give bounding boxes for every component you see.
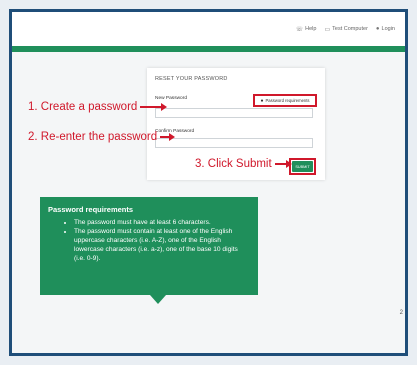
submit-button[interactable]: SUBMIT (292, 161, 313, 172)
page-number: 2 (399, 310, 403, 316)
arrow-right-icon (140, 103, 168, 111)
annotation-step3-text: 3. Click Submit (195, 158, 272, 170)
annotation-step1-text: 1. Create a password (28, 101, 138, 113)
info-icon: ● (260, 97, 264, 104)
annotation-step3: 3. Click Submit (195, 158, 292, 170)
annotation-step2-text: 2. Re-enter the password (28, 131, 158, 143)
help-link[interactable]: ☏ Help (296, 26, 317, 33)
user-icon: ● (375, 26, 380, 32)
password-requirements-tooltip: Password requirements The password must … (40, 197, 258, 304)
top-nav: ☏ Help ▭ Test Computer ● Login (12, 12, 405, 46)
arrow-right-icon (160, 133, 176, 141)
requirement-item: The password must contain at least one o… (74, 227, 250, 263)
card-title: RESET YOUR PASSWORD (155, 76, 228, 82)
annotation-step2: 2. Re-enter the password (28, 131, 176, 143)
login-label: Login (381, 26, 395, 32)
confirm-password-input[interactable] (155, 138, 313, 148)
phone-icon: ☏ (295, 26, 304, 33)
password-requirements-label: Password requirements (265, 98, 310, 103)
screenshot-frame: ☏ Help ▭ Test Computer ● Login RESET YOU… (9, 9, 408, 356)
test-computer-label: Test Computer (332, 26, 368, 32)
page-body: RESET YOUR PASSWORD New Password ● Passw… (12, 52, 405, 353)
arrow-right-icon (274, 160, 292, 168)
submit-highlight: SUBMIT (289, 158, 316, 175)
help-link-label: Help (305, 26, 317, 32)
annotation-step1: 1. Create a password (28, 101, 168, 113)
requirements-list: The password must have at least 6 charac… (48, 218, 250, 263)
test-computer-link[interactable]: ▭ Test Computer (324, 26, 367, 33)
password-requirements-button[interactable]: ● Password requirements (253, 94, 317, 107)
requirement-item: The password must have at least 6 charac… (74, 218, 250, 227)
tooltip-title: Password requirements (48, 205, 134, 214)
new-password-input[interactable] (155, 108, 313, 118)
monitor-icon: ▭ (324, 26, 331, 33)
login-link[interactable]: ● Login (376, 26, 395, 32)
